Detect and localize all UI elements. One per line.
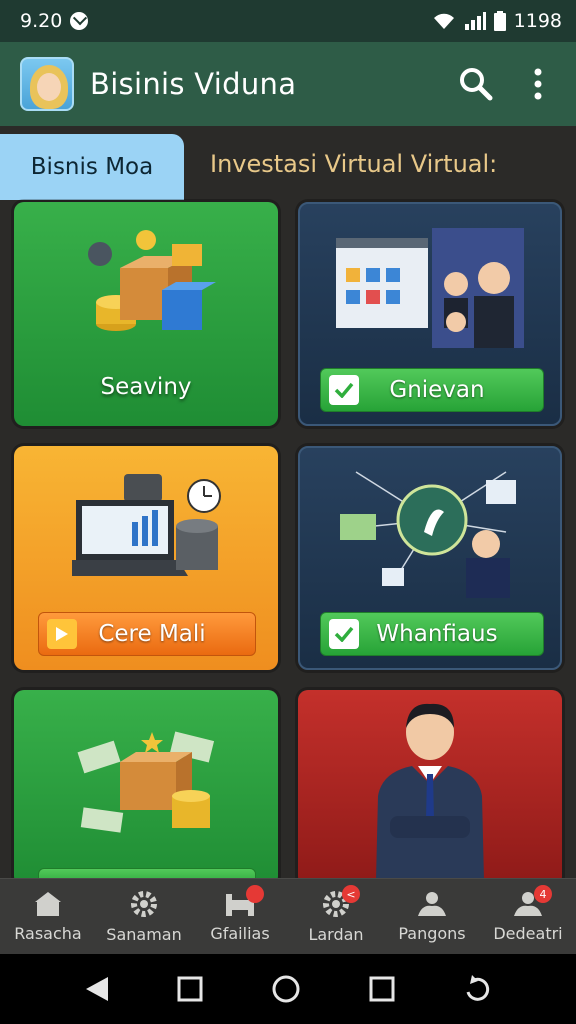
more-vert-icon[interactable] bbox=[516, 62, 560, 106]
rotate-icon[interactable] bbox=[462, 974, 492, 1004]
status-bar: 9.20 1198 bbox=[0, 0, 576, 42]
bottom-nav: Rasacha Sanaman Gfailias Lardan < Pangon… bbox=[0, 878, 576, 954]
notification-badge: 4 bbox=[534, 885, 552, 903]
home-circle-icon[interactable] bbox=[271, 974, 301, 1004]
card-cere-mali[interactable]: Cere Mali bbox=[14, 446, 278, 670]
gnievan-button[interactable]: Gnievan bbox=[320, 368, 544, 412]
recents-icon[interactable] bbox=[177, 976, 203, 1002]
app-title: Bisinis Viduna bbox=[90, 67, 297, 101]
wifi-icon bbox=[433, 13, 454, 29]
card-label-seaviny: Seaviny bbox=[100, 374, 192, 400]
play-icon bbox=[47, 619, 77, 649]
notification-badge: < bbox=[342, 885, 360, 903]
home-icon bbox=[35, 892, 61, 916]
boxes-coins-illustration bbox=[88, 230, 216, 331]
nav-item-lardan[interactable]: Lardan < bbox=[288, 879, 384, 954]
whanfiaus-button[interactable]: Whanfiaus bbox=[320, 612, 544, 656]
dashboard-people-illustration bbox=[336, 228, 524, 348]
nav-item-rasacha[interactable]: Rasacha bbox=[0, 879, 96, 954]
nav-item-pangons[interactable]: Pangons bbox=[384, 879, 480, 954]
square-icon[interactable] bbox=[369, 976, 395, 1002]
nav-item-dedeatri[interactable]: Dedeatri 4 bbox=[480, 879, 576, 954]
signal-icon bbox=[464, 12, 486, 30]
notification-badge bbox=[246, 885, 264, 903]
businessman-illustration bbox=[376, 703, 484, 880]
system-nav-bar bbox=[0, 954, 576, 1024]
card-money-box[interactable] bbox=[14, 690, 278, 886]
status-time: 9.20 bbox=[20, 10, 63, 32]
nav-item-sanaman[interactable]: Sanaman bbox=[96, 879, 192, 954]
nav-item-gfailias[interactable]: Gfailias bbox=[192, 879, 288, 954]
notification-icon bbox=[70, 12, 89, 30]
check-icon bbox=[329, 619, 359, 649]
card-seaviny[interactable]: Seaviny bbox=[14, 202, 278, 426]
card-businessman[interactable] bbox=[298, 690, 562, 886]
laptop-coins-illustration bbox=[72, 474, 221, 576]
card-whanfiaus[interactable]: Whanfiaus bbox=[298, 446, 562, 670]
app-bar: Bisinis Viduna bbox=[0, 42, 576, 126]
gear-icon bbox=[131, 891, 157, 917]
cere-mali-button[interactable]: Cere Mali bbox=[38, 612, 256, 656]
money-box-illustration bbox=[77, 731, 215, 833]
card-gnievan[interactable]: Gnievan bbox=[298, 202, 562, 426]
tab-bisnis-moa[interactable]: Bisnis Moa bbox=[0, 134, 184, 200]
section-title: Investasi Virtual Virtual: bbox=[210, 150, 498, 178]
check-icon bbox=[329, 375, 359, 405]
back-icon[interactable] bbox=[84, 975, 110, 1003]
avatar[interactable] bbox=[20, 57, 74, 111]
person-icon bbox=[418, 892, 446, 916]
battery-text: 1198 bbox=[513, 10, 562, 32]
battery-icon bbox=[493, 11, 506, 31]
network-growth-illustration bbox=[340, 471, 516, 598]
search-icon[interactable] bbox=[454, 62, 498, 106]
